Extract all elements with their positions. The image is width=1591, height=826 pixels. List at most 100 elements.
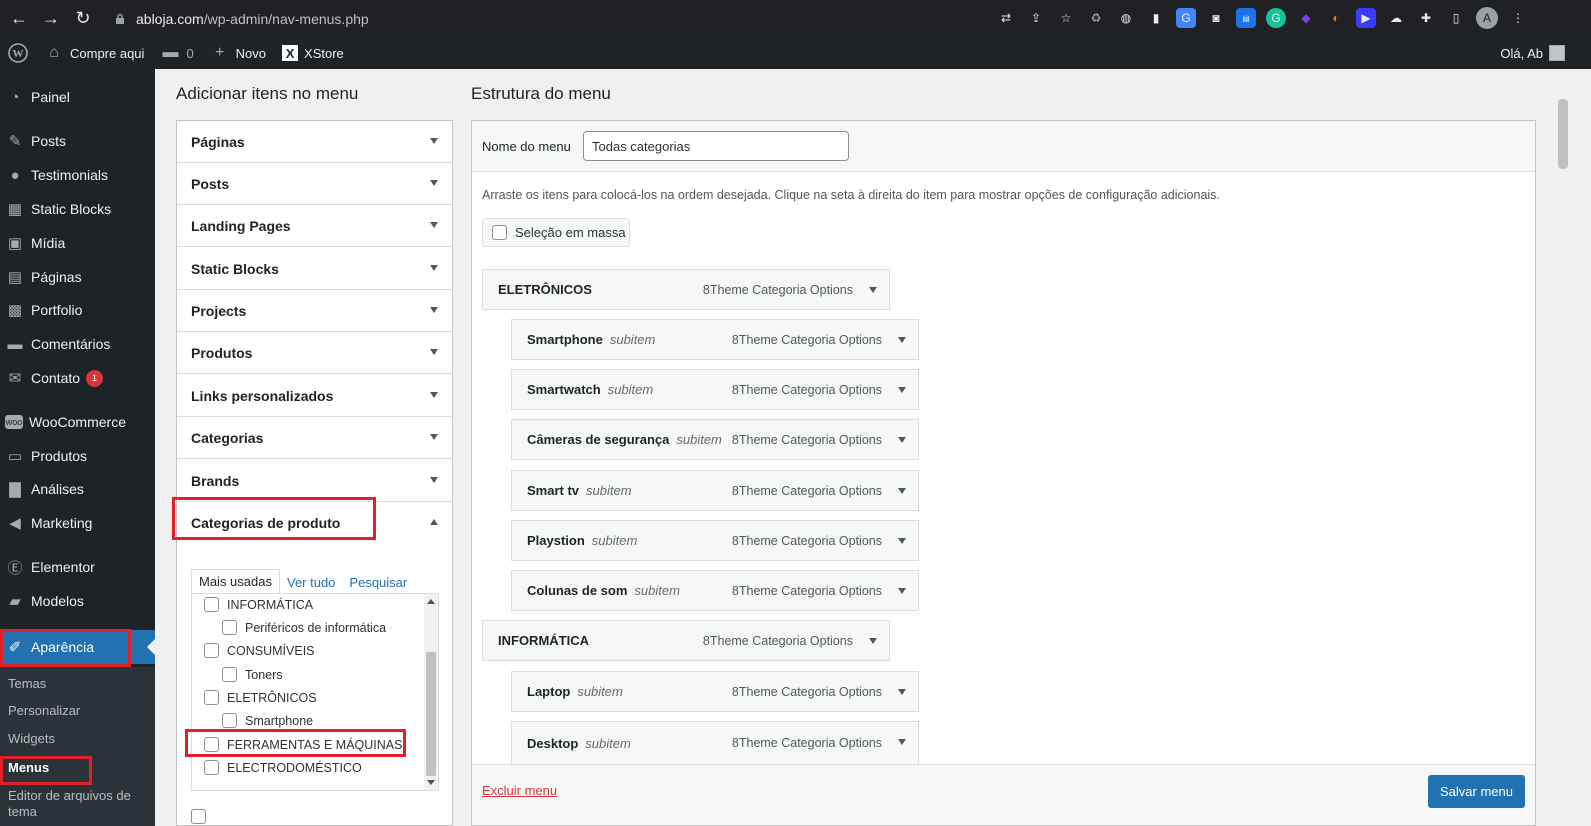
submenu-item-temas[interactable]: Temas	[8, 676, 46, 691]
sidebar-item-modelos[interactable]: ▰ Modelos	[0, 584, 155, 618]
back-icon[interactable]: ←	[6, 6, 32, 32]
tab-mais-usadas[interactable]: Mais usadas	[191, 569, 280, 594]
submenu-item-editor[interactable]: Editor de arquivos de tema	[8, 788, 148, 820]
menu-item-row[interactable]: Smartphone subitem 8Theme Categoria Option…	[511, 319, 919, 360]
caret-down-icon[interactable]	[898, 689, 906, 695]
translate-icon[interactable]: ⇄	[996, 8, 1016, 28]
accordion-section-projects[interactable]: Projects	[177, 290, 452, 332]
submenu-item-personalizar[interactable]: Personalizar	[8, 703, 80, 718]
scroll-thumb[interactable]	[426, 652, 436, 776]
caret-down-icon[interactable]	[898, 588, 906, 594]
accordion-section-posts[interactable]: Posts	[177, 163, 452, 205]
video-icon[interactable]: ▶	[1356, 8, 1376, 28]
sidebar-item-testimonials[interactable]: ● Testimonials	[0, 158, 155, 192]
account-menu[interactable]: Olá, Ab	[1500, 37, 1565, 69]
diamond-extension-icon[interactable]: ◆	[1296, 8, 1316, 28]
camera-icon[interactable]: ◙	[1206, 8, 1226, 28]
menu-item-row[interactable]: Colunas de som subitem 8Theme Categoria Op…	[511, 570, 919, 611]
sidebar-item-woocommerce[interactable]: woo WooCommerce	[0, 405, 155, 439]
checkbox[interactable]	[204, 643, 219, 658]
sidebar-item-marketing[interactable]: ◀ Marketing	[0, 506, 155, 540]
comments-link[interactable]: ▬ 0	[152, 37, 201, 69]
new-extension-icon[interactable]: ▤	[1236, 8, 1256, 28]
menu-item-row[interactable]: Desktop subitem 8Theme Categoria Options	[511, 721, 919, 764]
kebab-menu-icon[interactable]: ⋮	[1508, 8, 1528, 28]
checkbox[interactable]	[222, 620, 237, 635]
sidebar-item-contato[interactable]: ✉ Contato 1	[0, 361, 155, 395]
sidebar-item-posts[interactable]: ✎ Posts	[0, 124, 155, 158]
menu-item-row[interactable]: Playstion subitem 8Theme Categoria Options	[511, 520, 919, 561]
accordion-section-categorias[interactable]: Categorias	[177, 417, 452, 459]
caret-down-icon[interactable]	[898, 488, 906, 494]
checkbox[interactable]	[204, 690, 219, 705]
caret-down-icon[interactable]	[869, 287, 877, 293]
menu-item-row[interactable]: ELETRÔNICOS 8Theme Categoria Options	[482, 269, 890, 310]
wp-logo-icon[interactable]: W	[0, 37, 36, 69]
site-name-link[interactable]: ⌂ Compre aqui	[36, 37, 152, 69]
menu-item-row[interactable]: Smart tv subitem 8Theme Categoria Options	[511, 470, 919, 511]
checkbox[interactable]	[204, 597, 219, 612]
tab-pesquisar[interactable]: Pesquisar	[342, 571, 414, 594]
profile-avatar[interactable]: A	[1476, 7, 1498, 29]
accordion-section-landing-pages[interactable]: Landing Pages	[177, 205, 452, 247]
scroll-up-icon[interactable]	[427, 599, 435, 604]
star-icon[interactable]: ☆	[1056, 8, 1076, 28]
sidebar-item-comentarios[interactable]: ▬ Comentários	[0, 327, 155, 361]
sidebar-item-produtos[interactable]: ▭ Produtos	[0, 439, 155, 473]
submenu-item-widgets[interactable]: Widgets	[8, 731, 55, 746]
checkbox[interactable]	[191, 809, 206, 824]
caret-down-icon[interactable]	[898, 437, 906, 443]
checkbox[interactable]	[492, 225, 507, 240]
forward-icon[interactable]: →	[38, 6, 64, 32]
tag-extension-icon[interactable]: ▮	[1146, 8, 1166, 28]
checkbox[interactable]	[222, 713, 237, 728]
cloud-extension-icon[interactable]: ☁	[1386, 8, 1406, 28]
xstore-link[interactable]: X XStore	[274, 37, 352, 69]
grammarly-icon[interactable]: G	[1266, 8, 1286, 28]
globe-icon[interactable]: ◍	[1116, 8, 1136, 28]
page-scroll-thumb[interactable]	[1558, 99, 1568, 169]
caret-down-icon[interactable]	[898, 337, 906, 343]
share-icon[interactable]: ⇪	[1026, 8, 1046, 28]
bulk-select-toggle[interactable]: Seleção em massa	[482, 218, 630, 247]
menu-item-row[interactable]: Laptop subitem 8Theme Categoria Options	[511, 671, 919, 712]
caret-down-icon[interactable]	[898, 387, 906, 393]
google-translate-icon[interactable]: G	[1176, 8, 1196, 28]
menu-item-row[interactable]: Smartwatch subitem 8Theme Categoria Option…	[511, 369, 919, 410]
sidebar-item-portfolio[interactable]: ▩ Portfolio	[0, 293, 155, 327]
checkbox[interactable]	[222, 667, 237, 682]
recycle-icon[interactable]: ♻	[1086, 8, 1106, 28]
page-scrollbar[interactable]	[1555, 69, 1571, 826]
accordion-section-links[interactable]: Links personalizados	[177, 375, 452, 417]
half-moon-icon[interactable]: ◐	[1326, 8, 1346, 28]
sidebar-item-elementor[interactable]: Ⓔ Elementor	[0, 550, 155, 584]
caret-down-icon[interactable]	[869, 638, 877, 644]
reload-icon[interactable]: ↻	[70, 6, 96, 32]
sidebar-item-midia[interactable]: ▣ Mídia	[0, 226, 155, 260]
scroll-down-icon[interactable]	[427, 780, 435, 785]
caret-down-icon[interactable]	[898, 538, 906, 544]
accordion-section-brands[interactable]: Brands	[177, 460, 452, 502]
archive-icon: ▭	[7, 448, 23, 465]
sidebar-item-analises[interactable]: ▇ Análises	[0, 472, 155, 506]
save-menu-button[interactable]: Salvar menu	[1428, 775, 1525, 808]
accordion-section-paginas[interactable]: Páginas	[177, 121, 452, 163]
menu-item-row[interactable]: INFORMÁTICA 8Theme Categoria Options	[482, 620, 890, 661]
delete-menu-link[interactable]: Excluir menu	[482, 783, 557, 798]
sidebar-item-paginas[interactable]: ▤ Páginas	[0, 260, 155, 294]
menu-name-input[interactable]	[583, 131, 849, 161]
accordion-section-static-blocks[interactable]: Static Blocks	[177, 248, 452, 290]
address-bar[interactable]: abloja.com/wp-admin/nav-menus.php	[104, 4, 1094, 33]
sidepanel-icon[interactable]: ▯	[1446, 8, 1466, 28]
checkbox[interactable]	[204, 760, 219, 775]
new-content-link[interactable]: + Novo	[202, 37, 274, 69]
checklist-scrollbar[interactable]	[424, 594, 438, 790]
menu-item-row[interactable]: Câmeras de segurança subitem 8Theme Catego…	[511, 419, 919, 460]
tab-ver-tudo[interactable]: Ver tudo	[280, 571, 342, 594]
caret-down-icon[interactable]	[898, 739, 906, 745]
puzzle-icon[interactable]: ✚	[1416, 8, 1436, 28]
sidebar-item-painel[interactable]: ◔ Painel	[0, 80, 155, 114]
accordion-section-produtos[interactable]: Produtos	[177, 332, 452, 374]
subitem-label: subitem	[634, 583, 680, 598]
sidebar-item-static-blocks[interactable]: ▦ Static Blocks	[0, 192, 155, 226]
